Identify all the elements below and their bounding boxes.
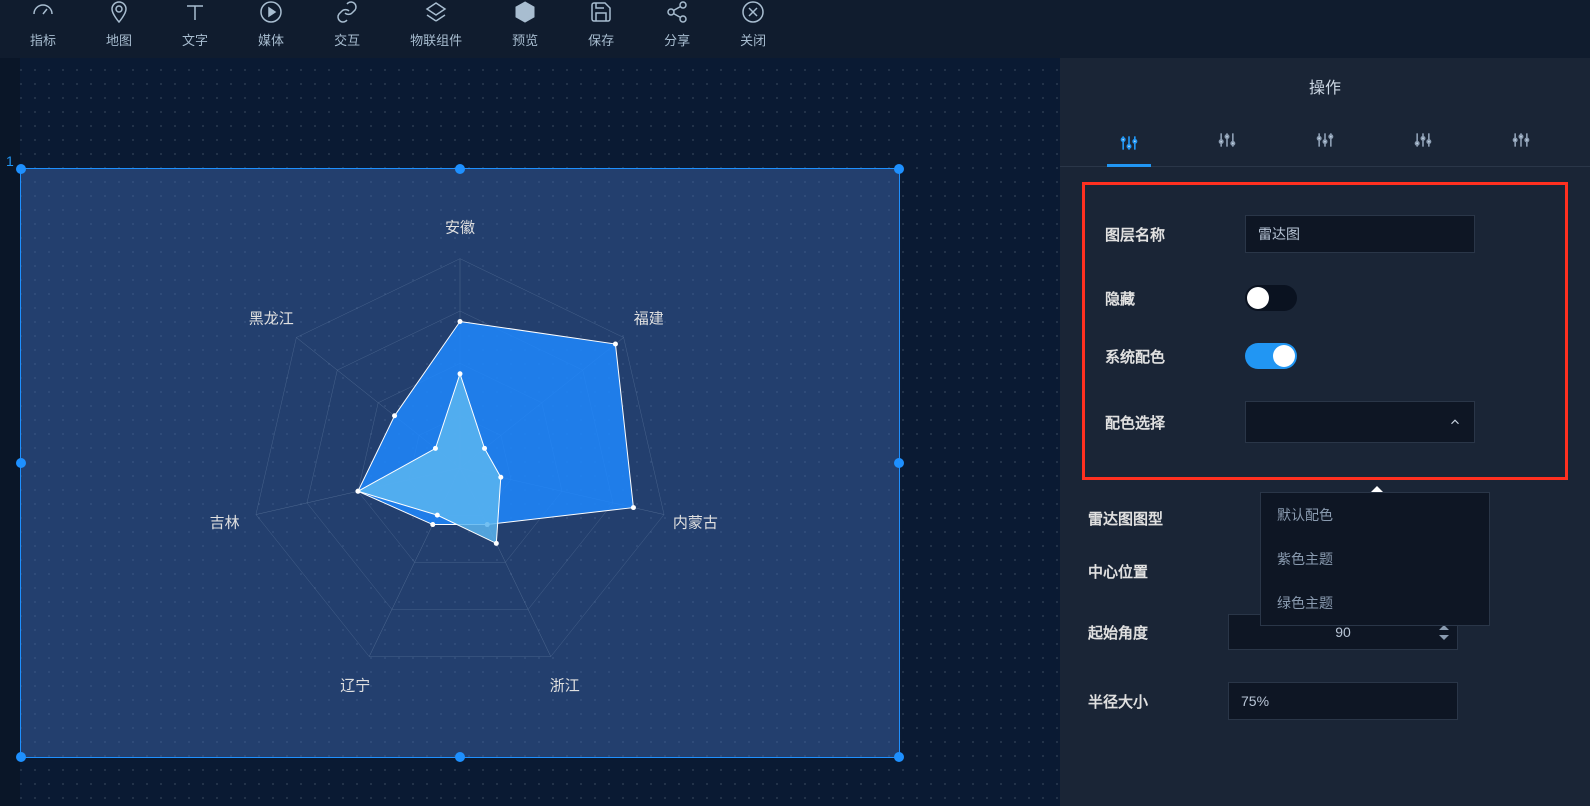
canvas-area[interactable]: 1 安徽福建内蒙古浙江 辽宁 吉林 黑龙江 xyxy=(0,58,1060,806)
toolbar-text[interactable]: 文字 xyxy=(182,0,208,49)
radius-row: 半径大小 xyxy=(1088,666,1562,736)
play-icon xyxy=(259,0,283,24)
close-icon xyxy=(741,0,765,24)
radar-axis-label: 吉林 xyxy=(210,511,240,532)
radar-axis-label: 内蒙古 xyxy=(673,511,718,532)
chevron-up-icon xyxy=(1448,415,1462,429)
map-pin-icon xyxy=(107,0,131,24)
toolbar-label: 物联组件 xyxy=(410,30,462,49)
toolbar-label: 保存 xyxy=(588,30,614,49)
settings-tab-4[interactable] xyxy=(1401,122,1445,158)
color-dropdown-menu: 默认配色 紫色主题 绿色主题 xyxy=(1260,492,1490,626)
color-select-dropdown[interactable] xyxy=(1245,401,1475,443)
panel-body: 图层名称 隐藏 系统配色 配色选择 默认配色 紫色主题 xyxy=(1060,167,1590,806)
panel-tabs xyxy=(1060,114,1590,167)
highlighted-properties: 图层名称 隐藏 系统配色 配色选择 xyxy=(1082,182,1568,480)
toolbar-share[interactable]: 分享 xyxy=(664,0,690,49)
layer-name-input[interactable] xyxy=(1245,215,1475,253)
link-icon xyxy=(335,0,359,24)
toolbar-label: 媒体 xyxy=(258,30,284,49)
toolbar-label: 交互 xyxy=(334,30,360,49)
toolbar-close[interactable]: 关闭 xyxy=(740,0,766,49)
hidden-label: 隐藏 xyxy=(1105,288,1225,309)
radar-chart-selection[interactable]: 安徽福建内蒙古浙江 辽宁 吉林 黑龙江 xyxy=(20,168,900,758)
toolbar-label: 文字 xyxy=(182,30,208,49)
top-toolbar: 指标 地图 文字 媒体 交互 物联组件 预览 xyxy=(0,0,1590,58)
radar-chart xyxy=(21,169,899,757)
settings-tab-3[interactable] xyxy=(1303,122,1347,158)
center-pos-label: 中心位置 xyxy=(1088,561,1208,582)
text-icon xyxy=(183,0,207,24)
toolbar-label: 预览 xyxy=(512,30,538,49)
cube-icon xyxy=(513,0,537,24)
toolbar-preview[interactable]: 预览 xyxy=(512,0,538,49)
toolbar-iot[interactable]: 物联组件 xyxy=(410,0,462,49)
iot-icon xyxy=(424,0,448,24)
color-option-green[interactable]: 绿色主题 xyxy=(1261,581,1489,625)
start-angle-label: 起始角度 xyxy=(1088,622,1208,643)
color-option-default[interactable]: 默认配色 xyxy=(1261,493,1489,537)
color-select-label: 配色选择 xyxy=(1105,412,1225,433)
toolbar-label: 指标 xyxy=(30,30,56,49)
settings-tab-5[interactable] xyxy=(1499,122,1543,158)
color-option-purple[interactable]: 紫色主题 xyxy=(1261,537,1489,581)
settings-tab-2[interactable] xyxy=(1205,122,1249,158)
radar-axis-label: 浙江 xyxy=(550,675,580,696)
toolbar-label: 地图 xyxy=(106,30,132,49)
radar-axis-label: 安徽 xyxy=(445,216,475,237)
system-color-label: 系统配色 xyxy=(1105,346,1225,367)
radar-axis-label: 福建 xyxy=(634,307,664,328)
toolbar-map[interactable]: 地图 xyxy=(106,0,132,49)
toolbar-indicator[interactable]: 指标 xyxy=(30,0,56,49)
canvas-object-label: 1 xyxy=(6,153,14,169)
hidden-toggle[interactable] xyxy=(1245,285,1297,311)
system-color-row: 系统配色 xyxy=(1105,327,1545,385)
color-select-row: 配色选择 xyxy=(1105,385,1545,459)
share-icon xyxy=(665,0,689,24)
radar-axis-label: 黑龙江 xyxy=(249,307,294,328)
settings-tab-1[interactable] xyxy=(1107,122,1151,167)
radius-label: 半径大小 xyxy=(1088,691,1208,712)
radar-axis-label: 辽宁 xyxy=(340,675,370,696)
toolbar-label: 关闭 xyxy=(740,30,766,49)
layer-name-row: 图层名称 xyxy=(1105,199,1545,269)
toolbar-label: 分享 xyxy=(664,30,690,49)
system-color-toggle[interactable] xyxy=(1245,343,1297,369)
gauge-icon xyxy=(31,0,55,24)
properties-panel: 操作 图层名称 隐藏 系统配色 配色选择 xyxy=(1060,58,1590,806)
toolbar-save[interactable]: 保存 xyxy=(588,0,614,49)
layer-name-label: 图层名称 xyxy=(1105,224,1225,245)
radius-input[interactable] xyxy=(1228,682,1458,720)
hidden-row: 隐藏 xyxy=(1105,269,1545,327)
panel-title: 操作 xyxy=(1060,58,1590,114)
save-icon xyxy=(589,0,613,24)
toolbar-media[interactable]: 媒体 xyxy=(258,0,284,49)
start-angle-value: 90 xyxy=(1229,624,1457,640)
radar-type-label: 雷达图图型 xyxy=(1088,508,1208,529)
angle-decrement[interactable] xyxy=(1437,633,1451,641)
toolbar-interact[interactable]: 交互 xyxy=(334,0,360,49)
